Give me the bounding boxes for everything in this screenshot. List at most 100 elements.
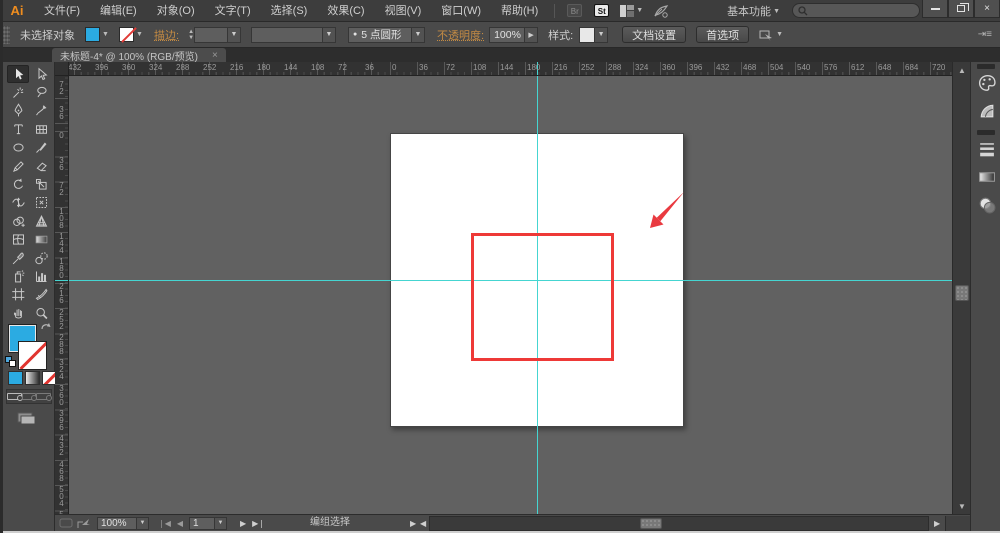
cs-live-icon[interactable] [653,4,669,18]
draw-normal-button[interactable] [7,390,23,403]
ruler-vertical[interactable]: 72 36 0 36 72 108 144 180 216 252 288 324 360 396 432 4… [55,76,69,514]
menu-help[interactable]: 帮助(H) [491,0,548,22]
stroke-link[interactable]: 描边: [154,27,179,43]
ruler-horizontal[interactable]: 432 396 360 324 288 252 216 180 144 108 72 36 0 36 72 1… [69,62,952,76]
fill-swatch[interactable] [85,27,100,42]
vertical-scrollbar[interactable]: ▲ ▼ [952,62,970,514]
style-dropdown[interactable]: ▼ [595,26,609,43]
menu-edit[interactable]: 编辑(E) [90,0,147,22]
default-fill-stroke-icon[interactable] [5,356,17,367]
draw-behind-button[interactable] [21,390,38,403]
stroke-weight-dropdown[interactable]: ▼ [228,26,242,43]
blob-brush-tool[interactable] [30,102,52,120]
minimize-button[interactable] [922,0,948,18]
eyedropper-tool[interactable] [7,249,29,267]
panel-group-grip[interactable] [977,130,995,135]
horizontal-scrollbar-thumb[interactable] [640,518,662,529]
gradient-panel-icon[interactable] [975,165,997,187]
artboard-number-field[interactable]: 1 [189,516,215,530]
free-transform-tool[interactable] [30,194,52,212]
opacity-link[interactable]: 不透明度: [437,27,484,43]
zoom-level-field[interactable]: 100% [97,516,137,530]
color-panel-icon[interactable] [975,71,997,93]
bridge-icon[interactable]: Br [567,4,583,17]
scroll-up-icon[interactable]: ▲ [953,63,971,77]
zoom-tool[interactable] [30,304,52,322]
shape-builder-tool[interactable] [7,212,29,230]
graph-tool[interactable] [30,267,52,285]
scroll-right-icon[interactable]: ▶ [931,516,943,530]
tray-collapse-icon[interactable] [59,516,73,530]
color-mode-button[interactable] [8,371,23,385]
style-swatch[interactable] [579,26,596,43]
selection-tool[interactable] [7,65,29,83]
ellipse-tool[interactable] [7,139,29,157]
brush-definition-field[interactable]: ● 5 点圆形 [348,26,413,43]
rotate-tool[interactable] [7,175,29,193]
menu-object[interactable]: 对象(O) [147,0,205,22]
width-profile-field[interactable] [251,26,324,43]
width-tool[interactable] [7,194,29,212]
panel-grip[interactable] [3,25,10,44]
stroke-weight-field[interactable] [194,26,229,43]
draw-inside-button[interactable] [36,390,52,403]
magic-wand-tool[interactable] [7,83,29,101]
share-screen-icon[interactable] [77,516,91,530]
search-input[interactable] [808,5,914,16]
lasso-tool[interactable] [30,83,52,101]
hand-tool[interactable] [7,304,29,322]
stroke-color-swatch[interactable] [18,341,47,370]
horizontal-scrollbar[interactable] [429,516,929,531]
gradient-mode-button[interactable] [25,371,40,385]
symbol-sprayer-tool[interactable] [7,267,29,285]
prev-artboard-icon[interactable]: ◀ [177,519,183,528]
arrange-documents-icon[interactable]: ▼ [620,4,643,17]
pen-tool[interactable] [7,102,29,120]
restore-button[interactable] [948,0,974,18]
menu-window[interactable]: 窗口(W) [431,0,491,22]
brush-dropdown[interactable]: ▼ [412,26,426,43]
canvas-pasteboard[interactable] [69,76,952,514]
rect-grid-tool[interactable] [30,120,52,138]
collapse-panels-icon[interactable]: ⇥≡ [978,29,992,40]
slice-tool[interactable] [30,286,52,304]
color-guide-icon[interactable] [975,99,997,121]
screen-mode-icon[interactable] [15,410,37,429]
opacity-field[interactable]: 100% [489,26,526,43]
menu-view[interactable]: 视图(V) [375,0,432,22]
paintbrush-tool[interactable] [30,139,52,157]
scroll-left-icon[interactable]: ◀ [417,516,429,530]
artboard-tool[interactable] [7,286,29,304]
stroke-swatch-control[interactable]: ▼ [119,26,145,43]
transparency-panel-icon[interactable] [975,193,997,215]
type-tool[interactable] [7,120,29,138]
scale-tool[interactable] [30,175,52,193]
preferences-button[interactable]: 首选项 [696,26,750,43]
zoom-dropdown[interactable]: ▼ [137,516,149,530]
next-artboard-icon[interactable]: ▶ [240,519,246,528]
eraser-tool[interactable] [30,157,52,175]
menu-effect[interactable]: 效果(C) [317,0,374,22]
direct-selection-tool[interactable] [30,65,52,83]
blend-tool[interactable] [30,249,52,267]
search-box[interactable] [792,3,920,18]
swap-fill-stroke-icon[interactable] [40,321,52,335]
artboard-dropdown[interactable]: ▼ [215,516,227,530]
stroke-swatch-none[interactable] [119,27,134,42]
menu-type[interactable]: 文字(T) [205,0,261,22]
panel-group-grip[interactable] [977,64,995,69]
workspace-switcher[interactable]: 基本功能 ▼ [727,0,780,22]
stock-icon[interactable]: St [594,4,610,17]
width-profile-dropdown[interactable]: ▼ [323,26,337,43]
stroke-panel-icon[interactable] [975,137,997,159]
ruler-corner[interactable] [55,62,69,76]
red-rectangle-shape[interactable] [471,233,614,361]
fill-swatch-control[interactable]: ▼ [85,26,111,43]
opacity-dropdown[interactable]: ▶ [525,26,539,43]
perspective-grid-tool[interactable] [30,212,52,230]
gradient-tool[interactable] [30,231,52,249]
document-setup-button[interactable]: 文档设置 [622,26,687,43]
close-button[interactable]: × [974,0,1000,18]
vertical-scrollbar-thumb[interactable] [955,285,969,301]
pencil-tool[interactable] [7,157,29,175]
